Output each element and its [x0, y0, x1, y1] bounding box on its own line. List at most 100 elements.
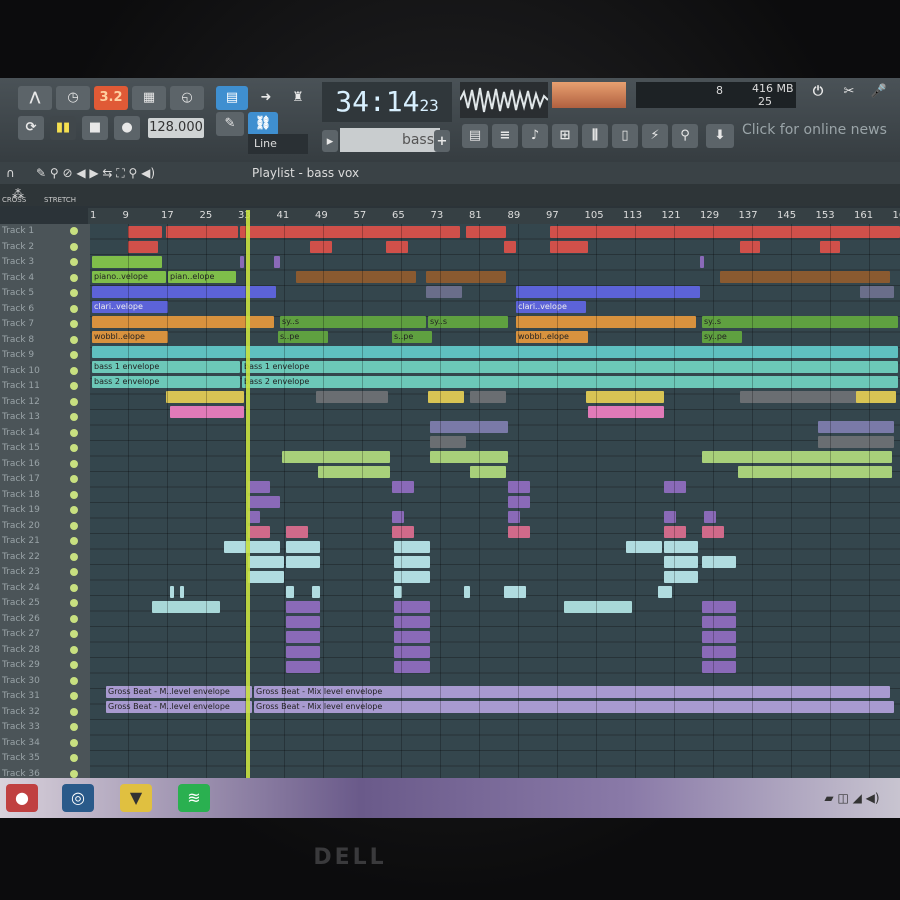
clip[interactable] [394, 631, 430, 643]
track-mute-icon[interactable] [70, 676, 78, 685]
playlist-grid[interactable]: piano..velope pian..elope clari..velope … [90, 224, 900, 784]
clip[interactable]: pian..elope [168, 271, 236, 283]
track-mute-icon[interactable] [70, 335, 78, 344]
clip[interactable] [248, 496, 280, 508]
clip[interactable] [564, 601, 632, 613]
track-mute-icon[interactable] [70, 661, 78, 669]
track-header[interactable]: Track 16 [0, 457, 80, 472]
scissors-icon[interactable]: ✂ [836, 80, 862, 106]
clip[interactable] [738, 466, 892, 478]
fl-studio-taskbar-icon[interactable]: ● [6, 784, 38, 812]
track-mute-icon[interactable] [70, 397, 78, 406]
track-header[interactable]: Track 12 [0, 395, 80, 410]
clip[interactable] [430, 436, 466, 448]
pattern-select[interactable]: bass [340, 128, 440, 152]
clip[interactable] [626, 541, 662, 553]
clip[interactable] [664, 511, 676, 523]
record-button[interactable]: ● [114, 116, 140, 140]
clip[interactable] [248, 571, 284, 583]
track-header[interactable]: Track 27 [0, 627, 80, 642]
track-header[interactable]: Track 15 [0, 441, 80, 456]
track-mute-icon[interactable] [70, 692, 78, 700]
clip[interactable] [702, 451, 892, 463]
track-header[interactable]: Track 31 [0, 689, 80, 704]
track-header[interactable]: Track 26 [0, 612, 80, 627]
clip[interactable] [394, 541, 430, 553]
clip[interactable]: clari..velope [516, 301, 586, 313]
clip[interactable] [286, 616, 320, 628]
clip[interactable] [700, 256, 704, 268]
track-header[interactable]: Track 24 [0, 581, 80, 596]
clip[interactable] [152, 601, 220, 613]
playhead[interactable] [246, 210, 250, 790]
play-button[interactable]: ▮▮ [50, 116, 76, 140]
torrent-taskbar-icon[interactable]: ▼ [120, 784, 152, 812]
loop-record-icon[interactable]: ◵ [170, 86, 204, 110]
track-mute-icon[interactable] [70, 475, 78, 483]
clip[interactable] [394, 586, 402, 598]
track-mute-icon[interactable] [70, 583, 78, 592]
clip[interactable] [516, 316, 696, 328]
clip[interactable] [508, 481, 530, 493]
clip[interactable]: sy..s [702, 316, 898, 328]
track-header[interactable]: Track 7 [0, 317, 80, 332]
track-mute-icon[interactable] [70, 242, 78, 251]
track-mute-icon[interactable] [70, 382, 78, 390]
system-tray-icons[interactable]: ▰ ◫ ◢ ◀) [812, 784, 892, 812]
clip[interactable] [392, 481, 414, 493]
loop-icon[interactable]: ⟳ [18, 116, 44, 140]
track-header[interactable]: Track 5 [0, 286, 80, 301]
clip[interactable] [394, 601, 430, 613]
clip[interactable] [240, 256, 244, 268]
clip[interactable] [394, 616, 430, 628]
clip[interactable] [394, 556, 430, 568]
clip[interactable] [286, 526, 308, 538]
clip[interactable]: Gross Beat - Mix level envelope [254, 701, 894, 713]
chain-link-icon[interactable]: ⛓ [248, 112, 278, 136]
track-header[interactable]: Track 20 [0, 519, 80, 534]
clip[interactable] [856, 391, 896, 403]
piano-icon[interactable]: ♪ [522, 124, 548, 148]
clip[interactable]: sy..pe [702, 331, 742, 343]
clip[interactable] [392, 526, 414, 538]
clip[interactable] [224, 541, 280, 553]
clip[interactable] [248, 556, 284, 568]
clip[interactable]: s..pe [392, 331, 432, 343]
clip[interactable] [550, 241, 588, 253]
download-icon[interactable]: ⬇ [706, 124, 734, 148]
spotify-taskbar-icon[interactable]: ≋ [178, 784, 210, 812]
track-header[interactable]: Track 21 [0, 534, 80, 549]
clip[interactable] [720, 271, 890, 283]
pencil-icon[interactable]: ✎ [216, 112, 244, 136]
person-icon[interactable]: ⚲ [672, 124, 698, 148]
track-mute-icon[interactable] [70, 599, 78, 607]
track-mute-icon[interactable] [70, 537, 78, 545]
metronome-icon[interactable]: ⋀ [18, 86, 52, 110]
clip[interactable] [166, 391, 244, 403]
track-mute-icon[interactable] [70, 258, 78, 266]
track-mute-icon[interactable] [70, 413, 78, 421]
browser-taskbar-icon[interactable]: ◎ [62, 784, 94, 812]
clip[interactable]: Gross Beat - M..level envelope [106, 701, 252, 713]
clip[interactable] [702, 616, 736, 628]
clip[interactable] [702, 631, 736, 643]
piano-roll-icon[interactable]: ▤ [216, 86, 248, 110]
clip[interactable] [820, 241, 840, 253]
clip[interactable] [248, 481, 270, 493]
clip[interactable] [588, 406, 664, 418]
track-header[interactable]: Track 1 [0, 224, 80, 239]
hat-icon[interactable]: ♜ [284, 86, 312, 110]
track-header[interactable]: Track 28 [0, 643, 80, 658]
track-mute-icon[interactable] [70, 428, 78, 437]
clip[interactable] [504, 241, 516, 253]
wait-record-icon[interactable]: ◷ [56, 86, 90, 110]
pattern-mode-button[interactable]: 3.2 [94, 86, 128, 110]
track-header[interactable]: Track 30 [0, 674, 80, 689]
clip[interactable]: bass 2 envelope [242, 376, 898, 388]
clip[interactable] [740, 241, 760, 253]
pattern-prev-icon[interactable]: ▸ [322, 130, 338, 152]
clip[interactable]: piano..velope [92, 271, 166, 283]
clip[interactable] [286, 631, 320, 643]
track-mute-icon[interactable] [70, 366, 78, 375]
clip[interactable] [470, 391, 506, 403]
